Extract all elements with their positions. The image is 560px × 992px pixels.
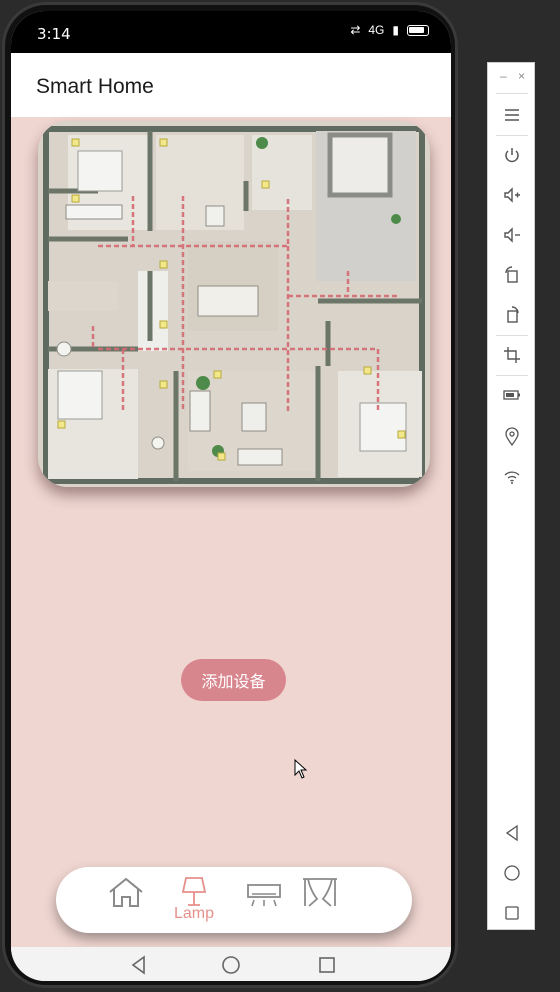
rotate-right-icon[interactable] <box>500 303 524 327</box>
bottom-tab-bar: Lamp <box>56 867 412 933</box>
floorplan-image[interactable] <box>38 121 430 487</box>
toolbar-divider <box>496 93 528 94</box>
air-conditioner-icon <box>247 884 281 907</box>
close-icon[interactable]: × <box>518 69 525 83</box>
lamp-icon <box>181 877 207 906</box>
screenshot-crop-icon[interactable] <box>500 343 524 367</box>
status-bar: 3:14 ⇄ 4G ▮ <box>11 11 451 53</box>
recents-icon[interactable] <box>317 955 337 975</box>
toolbar-divider <box>496 135 528 136</box>
overview-button-icon[interactable] <box>500 901 524 925</box>
power-icon[interactable] <box>500 143 524 167</box>
tab-air-conditioner[interactable] <box>240 875 288 925</box>
curtain-icon <box>303 878 337 907</box>
battery-settings-icon[interactable] <box>500 383 524 407</box>
phone-frame: 3:14 ⇄ 4G ▮ Smart Home 添加设备 Lamp <box>2 2 458 988</box>
tab-curtain[interactable] <box>296 875 344 925</box>
phone-screen: 3:14 ⇄ 4G ▮ Smart Home 添加设备 Lamp <box>11 11 451 981</box>
home-icon <box>109 877 143 907</box>
back-button-icon[interactable] <box>500 821 524 845</box>
menu-icon[interactable] <box>500 103 524 127</box>
rotate-left-icon[interactable] <box>500 263 524 287</box>
tab-lamp[interactable]: Lamp <box>170 875 218 925</box>
add-device-button[interactable]: 添加设备 <box>181 659 286 701</box>
location-icon[interactable] <box>500 425 524 449</box>
battery-icon <box>407 24 429 36</box>
network-label: 4G <box>368 23 385 37</box>
mouse-cursor-icon <box>294 759 308 779</box>
tab-home[interactable] <box>102 875 150 925</box>
page-title: Smart Home <box>36 75 154 98</box>
main-content: 添加设备 Lamp <box>11 117 451 947</box>
emulator-toolbar: – × <box>487 62 535 930</box>
minimize-icon[interactable]: – <box>500 69 507 83</box>
volume-down-icon[interactable] <box>500 223 524 247</box>
floorplan-drawing <box>38 121 430 487</box>
toolbar-divider <box>496 335 528 336</box>
app-bar: Smart Home <box>11 53 451 117</box>
tab-lamp-label: Lamp <box>173 905 215 922</box>
system-navigation-bar <box>11 947 451 981</box>
back-icon[interactable] <box>129 955 149 975</box>
signal-icon: ▮ <box>392 23 399 37</box>
home-button-icon[interactable] <box>500 861 524 885</box>
link-icon: ⇄ <box>350 23 361 37</box>
home-nav-icon[interactable] <box>221 955 241 975</box>
toolbar-divider <box>496 375 528 376</box>
status-icons: ⇄ 4G ▮ <box>350 23 429 37</box>
wifi-icon[interactable] <box>500 465 524 489</box>
status-time: 3:14 <box>37 25 71 43</box>
volume-up-icon[interactable] <box>500 183 524 207</box>
